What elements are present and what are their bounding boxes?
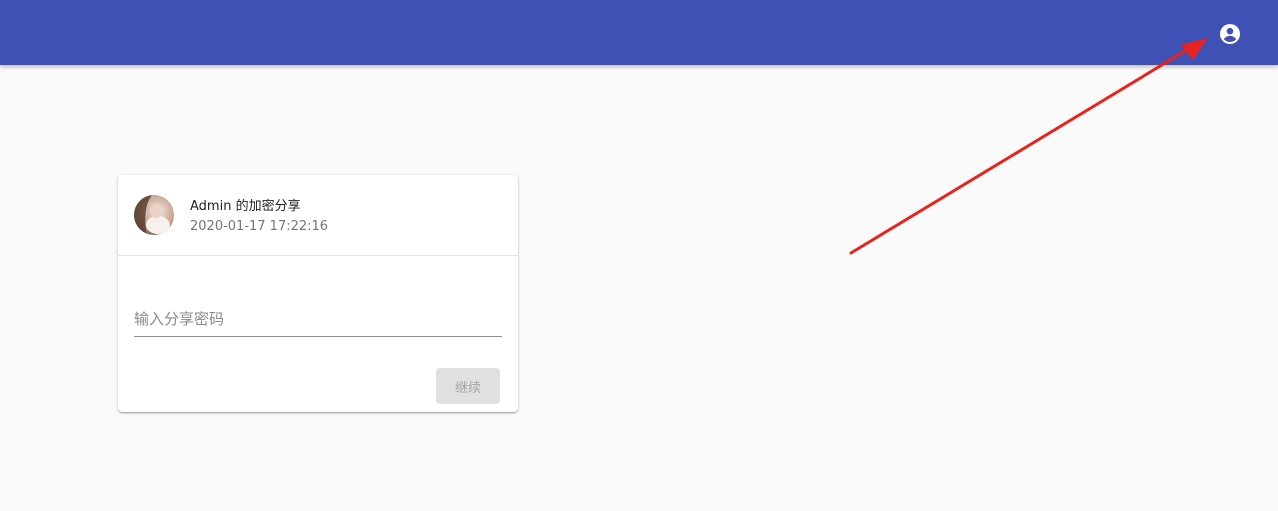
share-card-header: Admin 的加密分享 2020-01-17 17:22:16 (118, 175, 518, 256)
share-password-field[interactable] (134, 305, 502, 337)
share-password-input[interactable] (134, 305, 502, 333)
continue-button[interactable]: 继续 (436, 368, 500, 404)
account-button[interactable] (1212, 16, 1248, 52)
share-card: Admin 的加密分享 2020-01-17 17:22:16 继续 (118, 175, 518, 412)
user-avatar (134, 195, 174, 235)
app-bar (0, 0, 1278, 65)
share-title: Admin 的加密分享 (190, 199, 301, 214)
share-timestamp: 2020-01-17 17:22:16 (190, 219, 329, 234)
account-circle-icon[interactable] (1218, 22, 1242, 46)
